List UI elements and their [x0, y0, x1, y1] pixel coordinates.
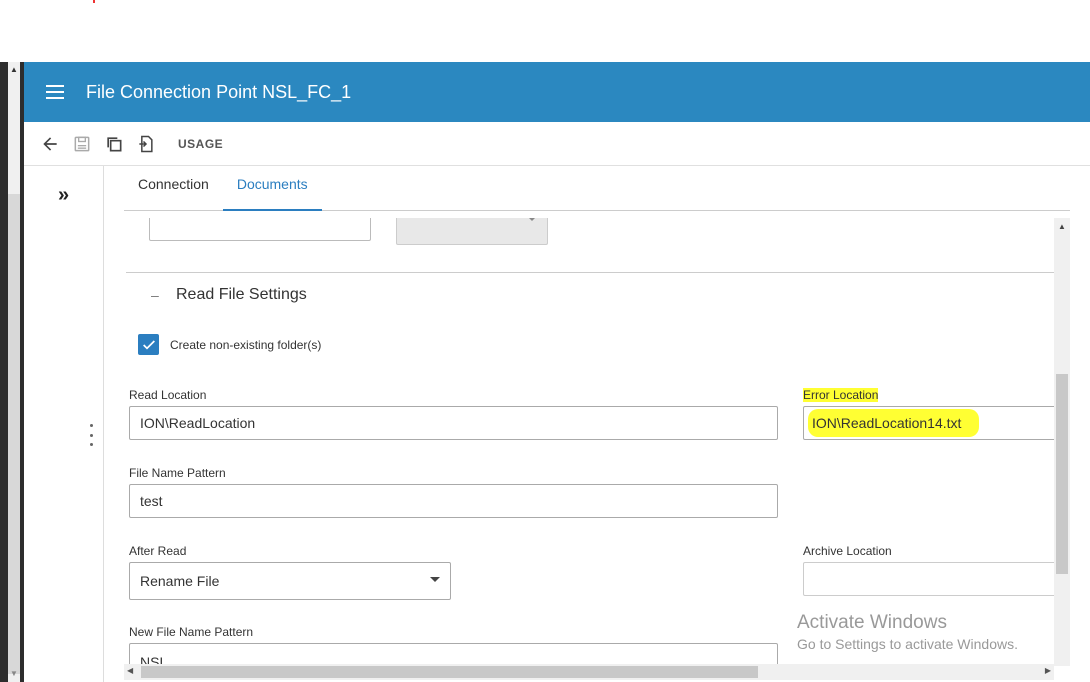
- new-file-name-pattern-label: New File Name Pattern: [129, 625, 254, 639]
- file-name-pattern-value: test: [140, 493, 163, 509]
- vertical-scroll-thumb[interactable]: [1056, 374, 1068, 574]
- file-name-pattern-label: File Name Pattern: [129, 466, 226, 480]
- watermark-title: Activate Windows: [797, 612, 947, 633]
- scroll-left-icon[interactable]: ◀: [127, 666, 133, 675]
- form-content: – Read File Settings Create non-existing…: [124, 218, 1054, 666]
- upper-select-field[interactable]: [396, 218, 548, 245]
- right-edge: [1070, 218, 1090, 682]
- horizontal-scroll-thumb[interactable]: [141, 666, 758, 678]
- collapse-section-icon[interactable]: –: [151, 287, 159, 303]
- outer-scrollbar[interactable]: ▲ ▼: [0, 62, 24, 682]
- after-read-select[interactable]: Rename File: [129, 562, 451, 600]
- read-location-value: ION\ReadLocation: [140, 415, 256, 431]
- side-panel: »: [24, 166, 104, 682]
- error-location-value: ION\ReadLocation14.txt: [808, 409, 980, 437]
- scroll-up-icon[interactable]: ▲: [1054, 222, 1070, 231]
- scroll-right-icon[interactable]: ▶: [1045, 666, 1051, 675]
- after-read-label: After Read: [129, 544, 187, 558]
- tab-bar: Connection Documents: [124, 166, 1070, 211]
- upper-text-field[interactable]: [149, 218, 371, 241]
- expand-double-chevron-icon[interactable]: »: [58, 184, 69, 207]
- vertical-scrollbar[interactable]: ▲: [1054, 218, 1070, 666]
- tab-documents[interactable]: Documents: [222, 176, 322, 211]
- file-name-pattern-input[interactable]: test: [129, 484, 778, 518]
- chevron-down-icon: [430, 577, 440, 582]
- app-header: File Connection Point NSL_FC_1: [24, 62, 1090, 122]
- outer-scroll-down-icon[interactable]: ▼: [8, 668, 20, 680]
- horizontal-scrollbar[interactable]: ◀ ▶: [124, 664, 1054, 680]
- section-title: Read File Settings: [176, 286, 307, 303]
- chevron-down-icon: [527, 218, 537, 221]
- back-arrow-icon[interactable]: [38, 132, 62, 156]
- page-title: File Connection Point NSL_FC_1: [86, 81, 352, 102]
- outer-scroll-up-icon[interactable]: ▲: [8, 64, 20, 76]
- archive-location-input[interactable]: [803, 562, 1054, 596]
- section-divider: [126, 272, 1054, 273]
- save-icon[interactable]: [70, 132, 94, 156]
- create-folders-checkbox[interactable]: [138, 334, 159, 355]
- hamburger-menu-icon[interactable]: [44, 84, 66, 100]
- read-location-input[interactable]: ION\ReadLocation: [129, 406, 778, 440]
- archive-location-label: Archive Location: [803, 544, 892, 558]
- usage-button[interactable]: USAGE: [178, 137, 223, 151]
- watermark-subtitle: Go to Settings to activate Windows.: [797, 636, 1018, 652]
- export-icon[interactable]: [134, 132, 158, 156]
- outer-scroll-thumb[interactable]: [8, 194, 20, 674]
- new-file-name-pattern-input[interactable]: NSL: [129, 643, 778, 666]
- kebab-menu-icon[interactable]: [90, 424, 94, 446]
- top-blank-area: [0, 0, 1090, 62]
- toolbar: USAGE: [24, 122, 1090, 166]
- read-location-label: Read Location: [129, 388, 207, 402]
- check-icon: [142, 339, 155, 350]
- error-location-input[interactable]: ION\ReadLocation14.txt: [803, 406, 1054, 440]
- copy-icon[interactable]: [102, 132, 126, 156]
- activate-windows-watermark: Activate Windows Go to Settings to activ…: [797, 612, 1018, 652]
- red-mark: [93, 0, 95, 3]
- after-read-value: Rename File: [140, 573, 220, 589]
- tab-connection[interactable]: Connection: [124, 176, 223, 210]
- error-location-label: Error Location: [803, 388, 879, 402]
- create-folders-label: Create non-existing folder(s): [170, 338, 322, 352]
